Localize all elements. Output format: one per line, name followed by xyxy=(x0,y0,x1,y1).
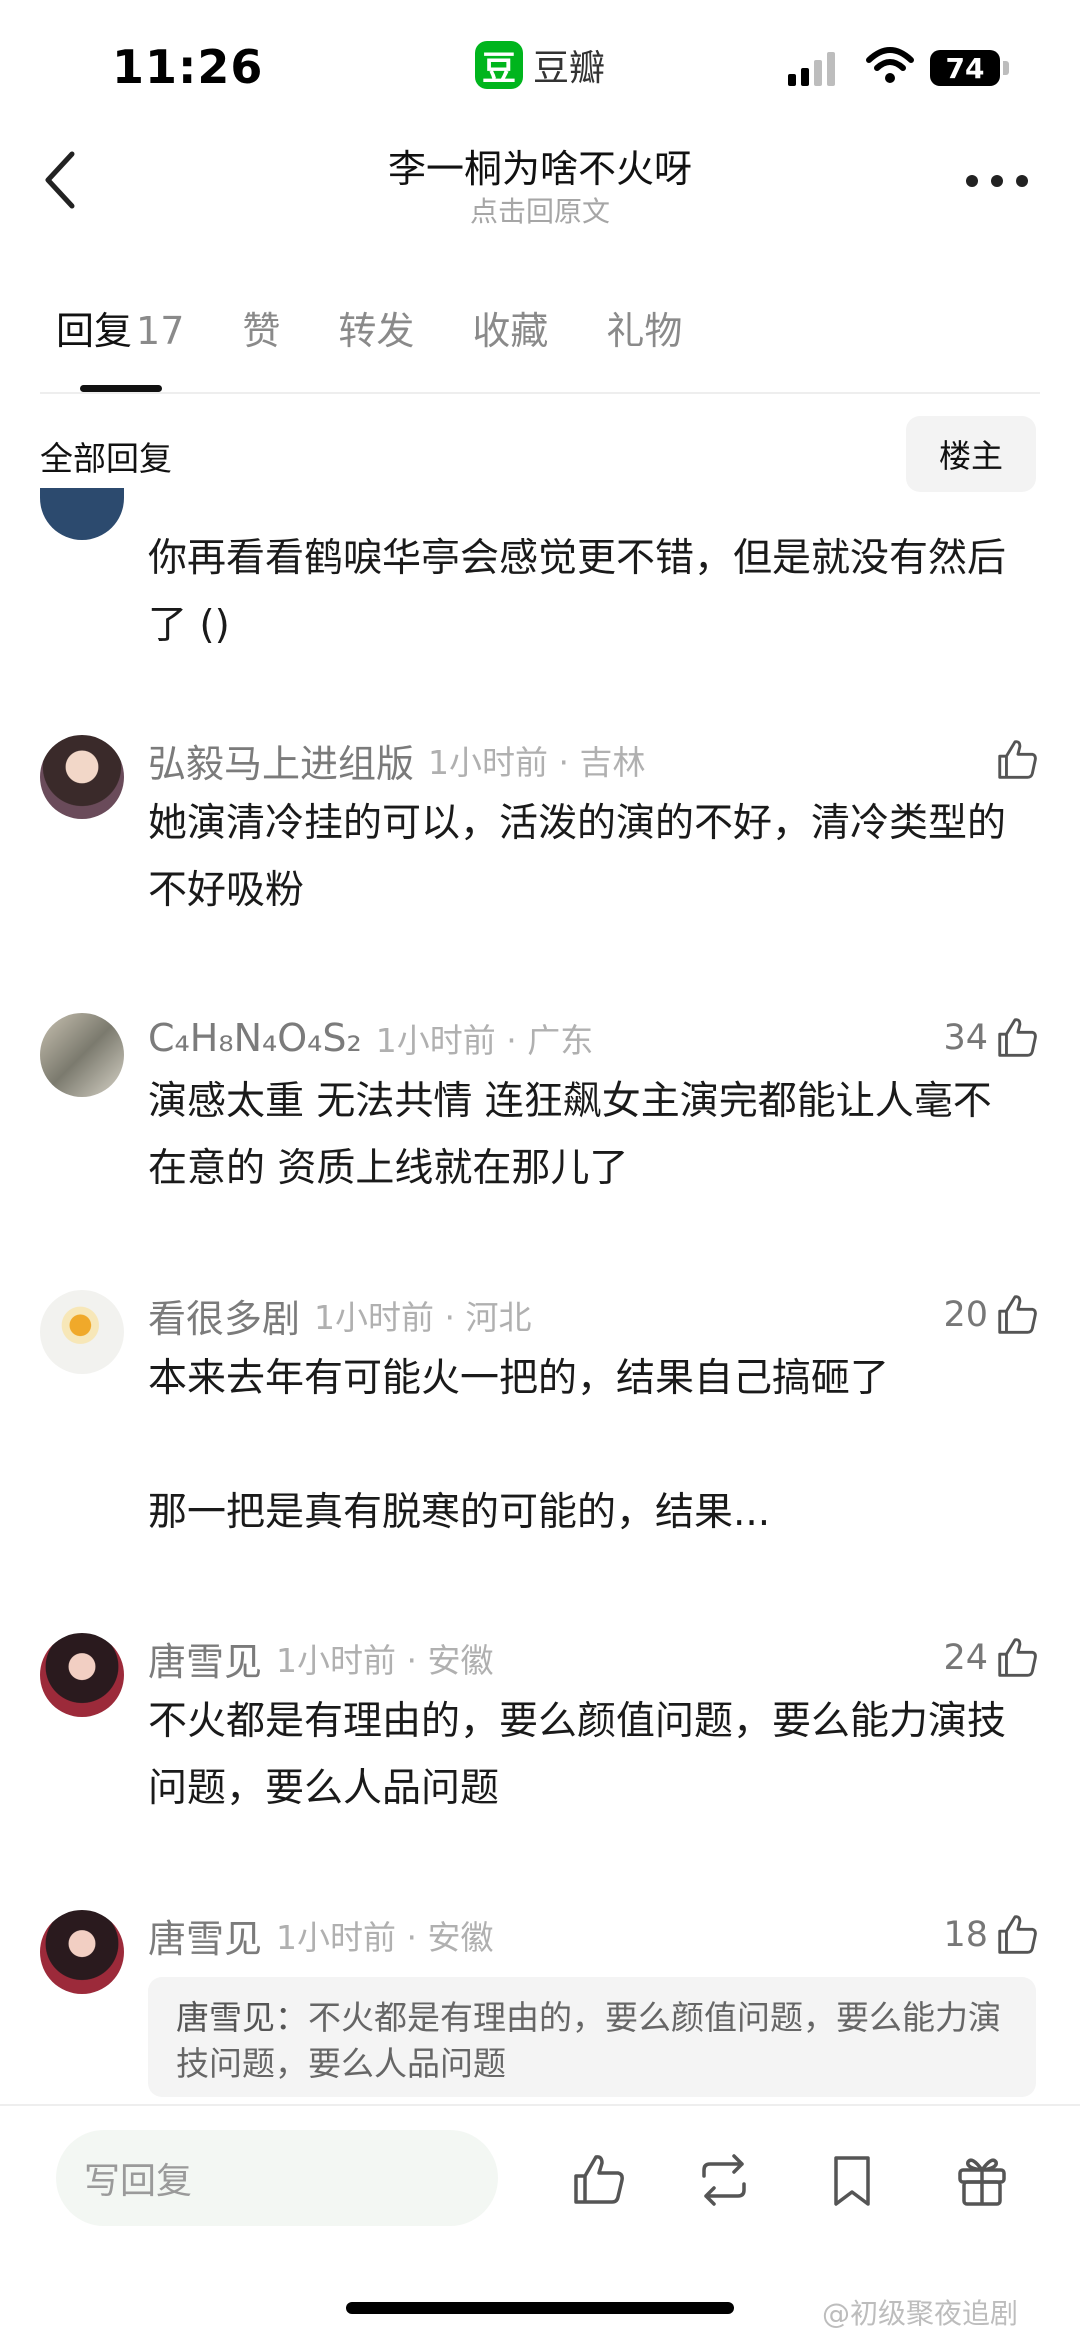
thumbs-up-icon[interactable] xyxy=(568,2150,628,2210)
tab-replies-count: 17 xyxy=(136,309,185,353)
watermark: @初级聚夜追剧 xyxy=(822,2297,1019,2330)
page-title[interactable]: 李一桐为啥不火呀 xyxy=(0,138,1080,193)
battery-tip xyxy=(1003,61,1009,75)
like-count: 24 xyxy=(943,1638,988,1678)
avatar[interactable] xyxy=(40,1910,124,1994)
comment-content: 不火都是有理由的，要么颜值问题，要么能力演技问题，要么人品问题 xyxy=(148,1699,1007,1811)
comment-content: 你再看看鹤唳华亭会感觉更不错，但是就没有然后了 () xyxy=(148,536,1007,648)
avatar[interactable] xyxy=(40,1633,124,1717)
username[interactable]: 唐雪见 xyxy=(148,1631,262,1686)
username[interactable]: 看很多剧 xyxy=(148,1288,300,1343)
back-to-original-link[interactable]: 点击回原文 xyxy=(0,190,1080,230)
like-count: 34 xyxy=(943,1018,988,1058)
thumbs-up-icon xyxy=(998,1018,1037,1057)
repost-icon[interactable] xyxy=(694,2150,754,2210)
section-title: 全部回复 xyxy=(40,439,172,478)
battery-indicator: 74 xyxy=(930,50,1000,86)
tab-likes[interactable]: 赞 xyxy=(242,300,280,360)
thumbs-up-icon xyxy=(998,1915,1037,1954)
comment-meta: 唐雪见 1小时前 · 安徽 xyxy=(148,1908,494,1963)
time-location: 1小时前 · 河北 xyxy=(314,1298,532,1337)
comment-content: 演感太重 无法共情 连狂飙女主演完都能让人毫不在意的 资质上线就在那儿了 xyxy=(148,1079,992,1191)
like-button[interactable]: 34 xyxy=(943,1013,1040,1063)
app-badge: 豆 豆瓣 xyxy=(475,40,605,90)
like-button[interactable]: 24 xyxy=(943,1633,1040,1683)
username[interactable]: C₄H₈N₄O₄S₂ xyxy=(148,1016,362,1060)
comment-meta: 唐雪见 1小时前 · 安徽 xyxy=(148,1631,494,1686)
op-only-filter-button[interactable]: 楼主 xyxy=(906,416,1036,492)
app-name: 豆瓣 xyxy=(533,48,606,89)
tab-favorites[interactable]: 收藏 xyxy=(472,300,548,360)
username[interactable]: 唐雪见 xyxy=(148,1908,262,1963)
gift-icon[interactable] xyxy=(952,2150,1012,2210)
like-count: 20 xyxy=(943,1295,988,1335)
comment-meta: 看很多剧 1小时前 · 河北 xyxy=(148,1288,532,1343)
wifi-icon xyxy=(866,47,914,83)
cellular-signal-icon xyxy=(788,52,835,86)
avatar[interactable] xyxy=(40,735,124,819)
comment-meta: C₄H₈N₄O₄S₂ 1小时前 · 广东 xyxy=(148,1013,593,1063)
avatar[interactable] xyxy=(40,1290,124,1374)
username[interactable]: 弘毅马上进组版 xyxy=(148,733,414,788)
thumbs-up-icon xyxy=(998,1638,1037,1677)
avatar[interactable] xyxy=(40,488,124,540)
comment-content: 她演清冷挂的可以，活泼的演的不好，清冷类型的不好吸粉 xyxy=(148,801,1007,913)
divider xyxy=(40,392,1040,394)
thumbs-up-icon xyxy=(998,1295,1037,1334)
comment-meta: 弘毅马上进组版 1小时前 · 吉林 xyxy=(148,733,646,788)
like-button[interactable]: 18 xyxy=(943,1910,1040,1960)
like-button[interactable] xyxy=(988,735,1040,785)
comment-content: 本来去年有可能火一把的，结果自己搞砸了 那一把是真有脱寒的可能的，结果... xyxy=(148,1356,890,1535)
time-location: 1小时前 · 广东 xyxy=(375,1021,594,1060)
more-options-icon[interactable] xyxy=(966,175,1028,189)
quote-author: 唐雪见： xyxy=(176,1998,308,2037)
tab-replies-label: 回复 xyxy=(56,309,133,353)
time-location: 1小时前 · 安徽 xyxy=(276,1918,494,1957)
reply-input[interactable]: 写回复 xyxy=(56,2130,498,2226)
home-indicator xyxy=(346,2302,734,2314)
time-location: 1小时前 · 吉林 xyxy=(428,743,646,782)
tab-reposts[interactable]: 转发 xyxy=(338,300,414,360)
tab-bar: 回复 17 赞 转发 收藏 礼物 xyxy=(56,300,740,360)
status-time: 11:26 xyxy=(112,40,264,94)
like-button[interactable]: 20 xyxy=(943,1290,1040,1340)
tab-gifts[interactable]: 礼物 xyxy=(606,300,682,360)
quoted-reply[interactable]: 唐雪见：不火都是有理由的，要么颜值问题，要么能力演技问题，要么人品问题 xyxy=(148,1977,1036,2097)
tab-replies[interactable]: 回复 17 xyxy=(56,300,184,360)
status-bar: 11:26 豆 豆瓣 74 xyxy=(0,0,1080,130)
bookmark-icon[interactable] xyxy=(822,2150,882,2210)
like-count: 18 xyxy=(943,1915,988,1955)
douban-logo-icon: 豆 xyxy=(475,41,523,89)
time-location: 1小时前 · 安徽 xyxy=(276,1641,494,1680)
active-tab-indicator xyxy=(80,385,162,392)
thumbs-up-icon xyxy=(998,740,1037,779)
avatar[interactable] xyxy=(40,1013,124,1097)
